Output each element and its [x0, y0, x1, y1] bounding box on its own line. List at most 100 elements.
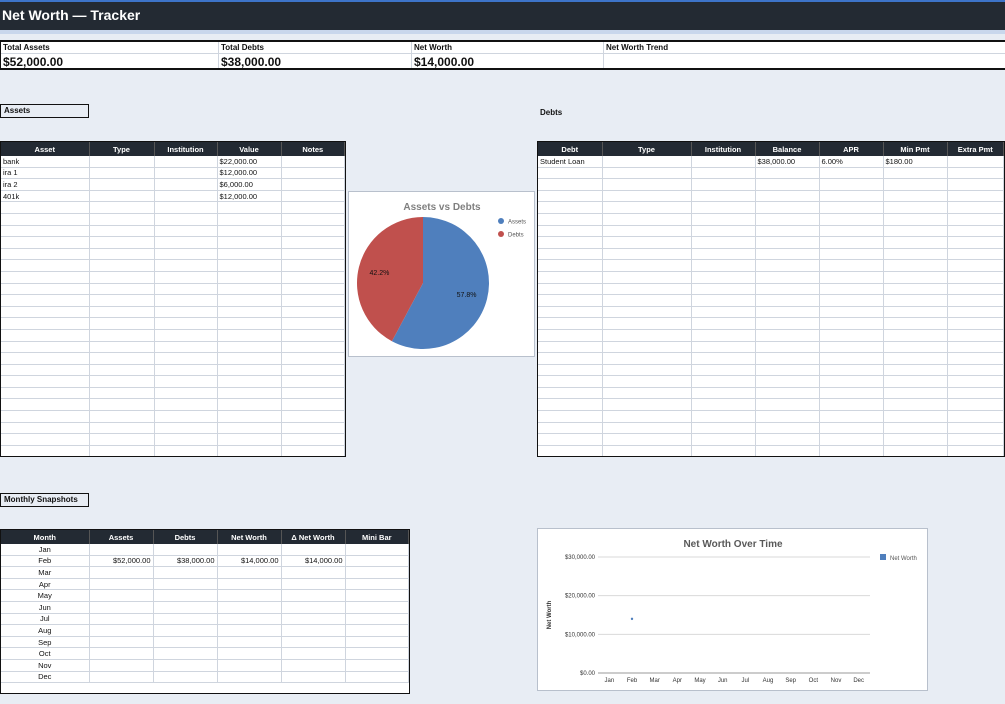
table-cell[interactable]	[1, 236, 90, 249]
column-header[interactable]: Debts	[153, 530, 218, 544]
table-cell[interactable]	[819, 190, 884, 203]
table-cell[interactable]	[154, 283, 218, 296]
table-cell[interactable]	[1, 387, 90, 400]
table-cell[interactable]	[947, 306, 1004, 319]
table-cell[interactable]	[691, 178, 756, 191]
table-cell[interactable]	[602, 317, 692, 330]
table-cell[interactable]	[154, 201, 218, 214]
column-header[interactable]: Extra Pmt	[947, 142, 1004, 156]
table-cell[interactable]	[89, 213, 155, 226]
table-cell[interactable]	[691, 398, 756, 412]
table-cell[interactable]	[345, 671, 409, 684]
summary-net-worth-trend[interactable]: Net Worth Trend	[604, 42, 1005, 68]
table-cell[interactable]	[691, 190, 756, 203]
table-cell[interactable]	[281, 566, 346, 579]
table-cell[interactable]	[947, 248, 1004, 261]
table-cell[interactable]	[89, 201, 155, 214]
table-cell[interactable]	[89, 352, 155, 365]
table-cell[interactable]	[1, 271, 90, 284]
table-cell[interactable]: $6,000.00	[217, 178, 282, 191]
table-cell[interactable]	[217, 544, 282, 556]
table-cell[interactable]	[345, 601, 409, 614]
table-cell[interactable]	[538, 271, 603, 284]
table-cell[interactable]: Apr	[1, 578, 90, 591]
table-cell[interactable]	[947, 167, 1004, 180]
table-cell[interactable]	[154, 156, 218, 168]
table-cell[interactable]	[153, 566, 218, 579]
table-cell[interactable]	[1, 294, 90, 307]
table-cell[interactable]	[1, 375, 90, 388]
table-cell[interactable]	[89, 433, 155, 446]
table-cell[interactable]: ira 1	[1, 167, 90, 180]
table-cell[interactable]	[819, 201, 884, 214]
table-cell[interactable]	[217, 306, 282, 319]
table-cell[interactable]	[217, 387, 282, 400]
column-header[interactable]: Δ Net Worth	[281, 530, 346, 544]
table-cell[interactable]	[154, 178, 218, 191]
column-header[interactable]: Min Pmt	[883, 142, 948, 156]
table-cell[interactable]	[947, 364, 1004, 377]
table-cell[interactable]	[755, 178, 820, 191]
table-cell[interactable]	[538, 190, 603, 203]
table-cell[interactable]	[281, 317, 345, 330]
table-cell[interactable]	[1, 225, 90, 238]
table-cell[interactable]	[89, 398, 155, 412]
table-cell[interactable]	[691, 156, 756, 168]
column-header[interactable]: Month	[1, 530, 90, 544]
column-header[interactable]: Assets	[89, 530, 154, 544]
table-cell[interactable]	[883, 294, 948, 307]
summary-total-debts[interactable]: Total Debts $38,000.00	[219, 42, 412, 69]
table-cell[interactable]	[154, 306, 218, 319]
table-cell[interactable]	[947, 433, 1004, 446]
table-cell[interactable]	[153, 636, 218, 649]
table-cell[interactable]: $52,000.00	[89, 555, 154, 568]
table-cell[interactable]	[819, 433, 884, 446]
table-cell[interactable]	[691, 306, 756, 319]
table-cell[interactable]	[883, 283, 948, 296]
table-cell[interactable]	[602, 201, 692, 214]
table-cell[interactable]	[691, 167, 756, 180]
table-cell[interactable]: Dec	[1, 671, 90, 684]
table-cell[interactable]	[154, 294, 218, 307]
table-cell[interactable]	[755, 248, 820, 261]
table-cell[interactable]	[217, 410, 282, 423]
table-cell[interactable]	[755, 294, 820, 307]
table-cell[interactable]	[947, 213, 1004, 226]
table-cell[interactable]	[217, 589, 282, 602]
table-cell[interactable]	[819, 259, 884, 272]
table-cell[interactable]	[281, 364, 345, 377]
table-cell[interactable]	[89, 167, 155, 180]
table-cell[interactable]	[281, 201, 345, 214]
column-header[interactable]: Net Worth	[217, 530, 282, 544]
table-cell[interactable]	[602, 213, 692, 226]
table-cell[interactable]	[602, 190, 692, 203]
table-cell[interactable]	[883, 167, 948, 180]
table-cell[interactable]	[755, 306, 820, 319]
table-cell[interactable]	[217, 375, 282, 388]
table-cell[interactable]	[883, 317, 948, 330]
table-cell[interactable]	[345, 578, 409, 591]
table-cell[interactable]	[217, 659, 282, 672]
table-cell[interactable]	[281, 375, 345, 388]
table-cell[interactable]	[755, 364, 820, 377]
table-cell[interactable]	[883, 398, 948, 412]
table-cell[interactable]	[217, 236, 282, 249]
table-cell[interactable]	[217, 352, 282, 365]
table-cell[interactable]	[947, 225, 1004, 238]
table-cell[interactable]	[691, 364, 756, 377]
table-cell[interactable]	[89, 647, 154, 660]
table-cell[interactable]	[602, 445, 692, 456]
table-cell[interactable]	[217, 624, 282, 637]
table-cell[interactable]	[1, 248, 90, 261]
table-cell[interactable]	[154, 271, 218, 284]
table-cell[interactable]	[602, 433, 692, 446]
table-cell[interactable]	[281, 647, 346, 660]
table-cell[interactable]	[89, 375, 155, 388]
table-cell[interactable]	[755, 271, 820, 284]
table-cell[interactable]	[755, 398, 820, 412]
table-cell[interactable]	[538, 213, 603, 226]
table-cell[interactable]	[755, 259, 820, 272]
column-header[interactable]: Type	[602, 142, 692, 156]
table-cell[interactable]	[281, 624, 346, 637]
table-cell[interactable]	[602, 236, 692, 249]
